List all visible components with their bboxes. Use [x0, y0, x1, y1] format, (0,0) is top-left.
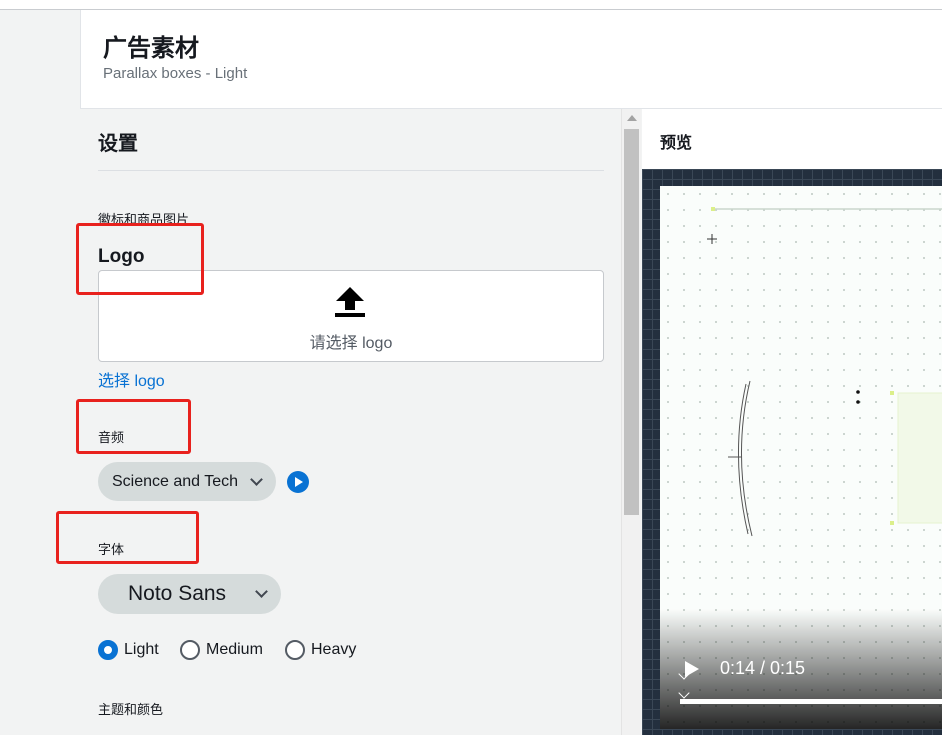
- left-navigation-strip: [0, 10, 80, 735]
- annotation-box-logo: [76, 223, 204, 295]
- scroll-thumb[interactable]: [624, 129, 639, 515]
- weight-label-medium: Medium: [206, 641, 263, 658]
- page-subtitle: Parallax boxes - Light: [103, 65, 248, 82]
- preview-panel: 预览 0:14 / 0:15: [642, 109, 942, 735]
- font-select-value: Noto Sans: [128, 582, 227, 605]
- settings-title: 设置: [98, 133, 138, 155]
- page-title: 广告素材: [103, 35, 199, 62]
- radio-selected-icon: [98, 640, 118, 660]
- upload-arrow-icon: [335, 287, 365, 317]
- audio-select[interactable]: Science and Tech: [98, 462, 276, 501]
- page-header: 广告素材 Parallax boxes - Light: [80, 10, 942, 109]
- preview-video[interactable]: 0:14 / 0:15: [660, 186, 942, 729]
- theme-color-label: 主题和颜色: [98, 702, 164, 717]
- settings-scrollbar[interactable]: [621, 109, 641, 735]
- settings-divider: [98, 170, 604, 171]
- annotation-box-font: [56, 511, 199, 564]
- weight-radio-medium[interactable]: Medium: [180, 638, 263, 662]
- annotation-box-audio: [76, 399, 191, 454]
- chevron-down-icon: [255, 585, 268, 598]
- radio-empty-icon: [180, 640, 200, 660]
- choose-logo-link[interactable]: 选择 logo: [98, 367, 165, 391]
- top-bar: [0, 0, 942, 10]
- weight-radio-light[interactable]: Light: [98, 638, 159, 662]
- upload-prompt-text: 请选择 logo: [309, 335, 393, 352]
- preview-stage: 0:14 / 0:15: [642, 169, 942, 735]
- radio-empty-icon: [285, 640, 305, 660]
- video-progress-bar[interactable]: [680, 699, 942, 704]
- chevron-down-icon: [250, 473, 263, 486]
- preview-title: 预览: [660, 135, 693, 152]
- video-time: 0:14 / 0:15: [720, 658, 806, 678]
- weight-radio-heavy[interactable]: Heavy: [285, 638, 356, 662]
- play-circle-icon[interactable]: [287, 471, 309, 493]
- weight-label-heavy: Heavy: [311, 641, 357, 658]
- scroll-up-arrow-icon[interactable]: [627, 115, 637, 121]
- font-select[interactable]: Noto Sans: [98, 574, 281, 614]
- audio-select-value: Science and Tech: [112, 473, 239, 490]
- weight-label-light: Light: [124, 641, 159, 658]
